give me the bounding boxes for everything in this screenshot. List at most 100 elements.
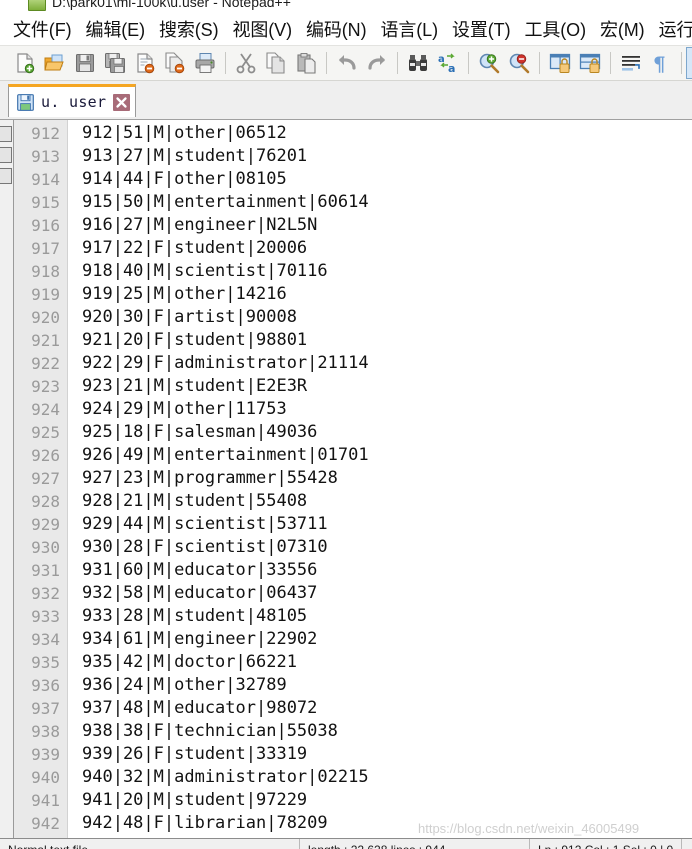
code-line[interactable]: 915|50|M|entertainment|60614	[82, 191, 692, 214]
dock-panel-icon[interactable]	[0, 126, 12, 142]
menu-tools[interactable]: 工具(O)	[517, 15, 593, 44]
line-number: 922	[31, 354, 60, 373]
menu-language[interactable]: 语言(L)	[373, 15, 445, 44]
line-number: 921	[31, 331, 60, 350]
toolbar-close-all-files-button[interactable]	[160, 48, 190, 78]
code-line[interactable]: 928|21|M|student|55408	[82, 490, 692, 513]
code-line[interactable]: 938|38|F|technician|55038	[82, 720, 692, 743]
dock-panel-icon[interactable]	[0, 147, 12, 163]
code-text-area[interactable]: 912|51|M|other|06512 913|27|M|student|762…	[68, 120, 692, 838]
left-dock-vertical-label	[1, 420, 10, 422]
line-number: 927	[31, 469, 60, 488]
toolbar-sync-vertical-scroll-button[interactable]	[545, 48, 575, 78]
toolbar-separator	[397, 52, 398, 74]
code-line[interactable]: 917|22|F|student|20006	[82, 237, 692, 260]
code-line[interactable]: 924|29|M|other|11753	[82, 398, 692, 421]
close-all-files-icon	[165, 52, 185, 74]
code-line[interactable]: 936|24|M|other|32789	[82, 674, 692, 697]
toolbar-redo-button[interactable]	[362, 48, 392, 78]
left-docked-panel-strip[interactable]	[0, 120, 14, 838]
toolbar-cut-button[interactable]	[231, 48, 261, 78]
toolbar-close-file-button[interactable]	[130, 48, 160, 78]
code-line[interactable]: 926|49|M|entertainment|01701	[82, 444, 692, 467]
code-line[interactable]: 932|58|M|educator|06437	[82, 582, 692, 605]
menu-settings[interactable]: 设置(T)	[445, 15, 517, 44]
code-line[interactable]: 916|27|M|engineer|N2L5N	[82, 214, 692, 237]
line-number: 920	[31, 308, 60, 327]
code-line[interactable]: 923|21|M|student|E2E3R	[82, 375, 692, 398]
line-number: 941	[31, 791, 60, 810]
line-number: 928	[31, 492, 60, 511]
code-line[interactable]: 941|20|M|student|97229	[82, 789, 692, 812]
line-number: 942	[31, 814, 60, 833]
code-line[interactable]: 913|27|M|student|76201	[82, 145, 692, 168]
menu-run[interactable]: 运行	[652, 15, 692, 44]
code-line[interactable]: 918|40|M|scientist|70116	[82, 260, 692, 283]
code-line[interactable]: 921|20|F|student|98801	[82, 329, 692, 352]
toolbar-sync-horizontal-scroll-button[interactable]	[575, 48, 605, 78]
save-all-icon	[105, 53, 125, 73]
dock-panel-icon[interactable]	[0, 168, 12, 184]
line-number: 916	[31, 216, 60, 235]
code-line[interactable]: 935|42|M|doctor|66221	[82, 651, 692, 674]
code-line[interactable]: 929|44|M|scientist|53711	[82, 513, 692, 536]
editor-area[interactable]: 912 913 914 915 916 917 918 919 920 921 922 923 924 9…	[14, 120, 692, 838]
code-line[interactable]: 930|28|F|scientist|07310	[82, 536, 692, 559]
status-caret-position: Ln : 912 Col : 1 Sel : 0 | 0	[530, 839, 683, 849]
status-length-lines: length : 22,628 lines : 944	[300, 839, 530, 849]
menu-encoding[interactable]: 编码(N)	[299, 15, 374, 44]
toolbar-save-all-button[interactable]	[100, 48, 130, 78]
toolbar-copy-button[interactable]	[261, 48, 291, 78]
line-number-gutter: 912 913 914 915 916 917 918 919 920 921 922 923 924 9…	[14, 120, 68, 838]
line-number: 918	[31, 262, 60, 281]
code-line[interactable]: 937|48|M|educator|98072	[82, 697, 692, 720]
code-line[interactable]: 933|28|M|student|48105	[82, 605, 692, 628]
code-line[interactable]: 927|23|M|programmer|55428	[82, 467, 692, 490]
toolbar-save-button[interactable]	[70, 48, 100, 78]
toolbar-replace-button[interactable]: a a	[433, 48, 463, 78]
code-line[interactable]: 922|29|F|administrator|21114	[82, 352, 692, 375]
code-line[interactable]: 931|60|M|educator|33556	[82, 559, 692, 582]
line-number: 914	[31, 170, 60, 189]
toolbar-open-file-button[interactable]	[40, 48, 70, 78]
code-line[interactable]: 919|25|M|other|14216	[82, 283, 692, 306]
toolbar-separator	[539, 52, 540, 74]
line-number: 932	[31, 584, 60, 603]
notepadpp-window: D:\park01\ml-100k\u.user - Notepad++ 文件(…	[0, 0, 692, 849]
toolbar-paste-button[interactable]	[291, 48, 321, 78]
code-line[interactable]: 920|30|F|artist|90008	[82, 306, 692, 329]
line-number: 912	[31, 124, 60, 143]
toolbar-separator	[326, 52, 327, 74]
menu-file[interactable]: 文件(F)	[6, 15, 78, 44]
menu-macro[interactable]: 宏(M)	[593, 15, 652, 44]
toolbar-new-file-button[interactable]	[10, 48, 40, 78]
line-number: 919	[31, 285, 60, 304]
menu-search[interactable]: 搜索(S)	[152, 15, 226, 44]
code-line[interactable]: 940|32|M|administrator|02215	[82, 766, 692, 789]
toolbar-zoom-out-button[interactable]	[504, 48, 534, 78]
toolbar-show-all-characters-button[interactable]: ¶	[646, 48, 676, 78]
svg-text:a: a	[448, 62, 455, 74]
toolbar-separator	[681, 52, 682, 74]
line-number: 924	[31, 400, 60, 419]
menu-view[interactable]: 视图(V)	[225, 15, 299, 44]
toolbar-find-button[interactable]	[403, 48, 433, 78]
tab-u-user[interactable]: u. user	[8, 84, 137, 117]
close-x-icon[interactable]	[113, 93, 131, 111]
toolbar-word-wrap-button[interactable]	[616, 48, 646, 78]
toolbar-indent-guide-button[interactable]	[686, 47, 692, 79]
code-line[interactable]: 925|18|F|salesman|49036	[82, 421, 692, 444]
code-line[interactable]: 942|48|F|librarian|78209	[82, 812, 692, 835]
menu-edit[interactable]: 编辑(E)	[78, 15, 152, 44]
code-line[interactable]: 934|61|M|engineer|22902	[82, 628, 692, 651]
toolbar-zoom-in-button[interactable]	[474, 48, 504, 78]
code-line[interactable]: 912|51|M|other|06512	[82, 122, 692, 145]
code-line[interactable]: 939|26|F|student|33319	[82, 743, 692, 766]
toolbar-undo-button[interactable]	[332, 48, 362, 78]
toolbar-print-button[interactable]	[190, 48, 220, 78]
line-number: 937	[31, 699, 60, 718]
line-number: 915	[31, 193, 60, 212]
zoom-in-icon	[479, 53, 500, 74]
code-line[interactable]: 914|44|F|other|08105	[82, 168, 692, 191]
toolbar-separator	[610, 52, 611, 74]
